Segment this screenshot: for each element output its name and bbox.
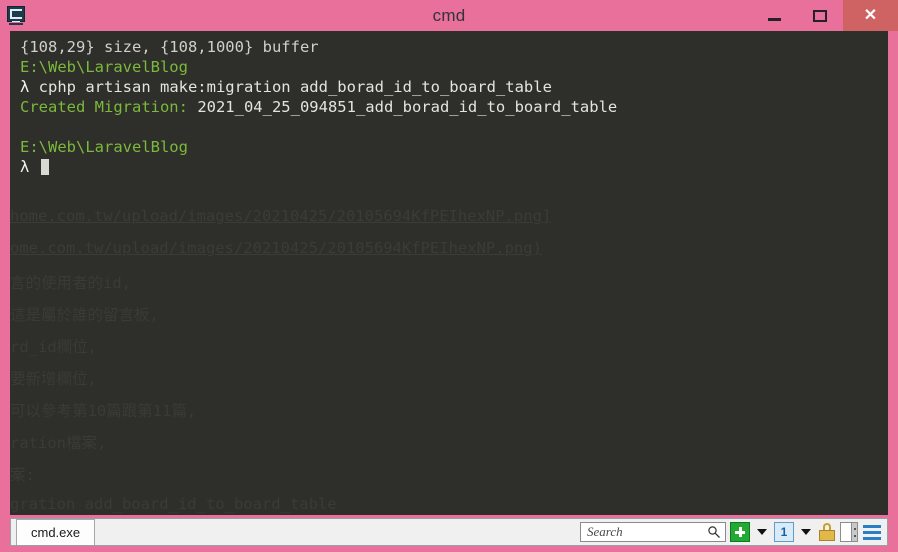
ghost-text-line: ome.com.tw/upload/images/20210425/201056…: [10, 239, 542, 257]
tab-index-dropdown[interactable]: [798, 529, 814, 535]
ghost-text-line: 這是屬於誰的留言板,: [10, 306, 159, 324]
console-text: E:\Web\LaravelBlog: [20, 58, 188, 76]
console-text: cphp artisan make:migration add_borad_id…: [38, 78, 552, 96]
new-tab-button[interactable]: [730, 522, 750, 542]
ghost-text-line: gration add_board_id_to_board_table: [10, 495, 337, 513]
tab-index-button[interactable]: 1: [774, 522, 794, 542]
bottom-toolbar: cmd.exe 1: [10, 518, 888, 546]
search-icon: [708, 526, 720, 538]
ghost-text-line: home.com.tw/upload/images/20210425/20105…: [10, 207, 552, 225]
plus-icon: [730, 522, 750, 542]
maximize-icon: [813, 9, 827, 22]
toggle-panel-button[interactable]: [840, 522, 858, 542]
bottom-frame: cmd.exe 1: [0, 515, 898, 552]
terminal-surface[interactable]: home.com.tw/upload/images/20210425/20105…: [10, 31, 888, 515]
console-app-icon[interactable]: [6, 5, 28, 27]
close-button[interactable]: ✕: [843, 0, 898, 31]
console-text: 2021_04_25_094851_add_borad_id_to_board_…: [197, 98, 618, 116]
console-line: E:\Web\LaravelBlog: [20, 57, 888, 77]
console-output: {108,29} size, {108,1000} buffer E:\Web\L…: [20, 37, 888, 177]
search-input[interactable]: [585, 523, 707, 541]
minimize-button[interactable]: [751, 0, 797, 31]
ghost-text-line: ration檔案,: [10, 434, 107, 452]
lock-icon: [818, 522, 836, 542]
console-line: E:\Web\LaravelBlog: [20, 137, 888, 157]
chevron-down-icon: [757, 529, 767, 535]
tab-label: cmd.exe: [31, 525, 81, 540]
app-icon-stand: [9, 22, 23, 25]
close-icon: ✕: [863, 6, 878, 24]
console-line: Created Migration: 2021_04_25_094851_add…: [20, 97, 888, 117]
window-body: home.com.tw/upload/images/20210425/20105…: [0, 31, 898, 515]
chevron-down-icon: [801, 529, 811, 535]
window-controls: ✕: [751, 0, 898, 31]
tab-strip: cmd.exe: [14, 519, 96, 545]
console-text: λ: [20, 158, 39, 176]
main-menu-button[interactable]: [862, 522, 882, 542]
search-box[interactable]: [580, 522, 726, 542]
new-tab-dropdown[interactable]: [754, 529, 770, 535]
console-line: λ cphp artisan make:migration add_borad_…: [20, 77, 888, 97]
tab-cmd-exe[interactable]: cmd.exe: [16, 519, 96, 545]
toolbar-actions: 1: [580, 522, 884, 542]
console-text: E:\Web\LaravelBlog: [20, 138, 188, 156]
maximize-button[interactable]: [797, 0, 843, 31]
app-icon-c-glyph: [10, 8, 22, 19]
cmd-window: cmd ✕ home.com.tw/upload/images/20210425…: [0, 0, 898, 552]
panel-icon: [840, 522, 858, 542]
text-cursor: [40, 159, 49, 175]
console-text: λ: [20, 78, 39, 96]
hamburger-icon: [862, 522, 882, 542]
app-icon-bar: [12, 20, 20, 22]
lock-button[interactable]: [818, 522, 836, 542]
ghost-text-line: 案:: [10, 466, 35, 484]
one-icon: 1: [774, 522, 794, 542]
ghost-text-line: 可以參考第10篇跟第11篇,: [10, 402, 197, 420]
ghost-text-line: 言的使用者的id,: [10, 274, 131, 292]
console-text: {108,29} size, {108,1000} buffer: [20, 38, 319, 56]
console-line: λ: [20, 157, 888, 177]
console-text: Created Migration:: [20, 98, 198, 116]
minimize-icon: [767, 18, 781, 21]
ghost-text-line: 要新增欄位,: [10, 370, 97, 388]
console-line: {108,29} size, {108,1000} buffer: [20, 37, 888, 57]
ghost-text-line: rd_id欄位,: [10, 338, 97, 356]
title-bar[interactable]: cmd ✕: [0, 0, 898, 31]
